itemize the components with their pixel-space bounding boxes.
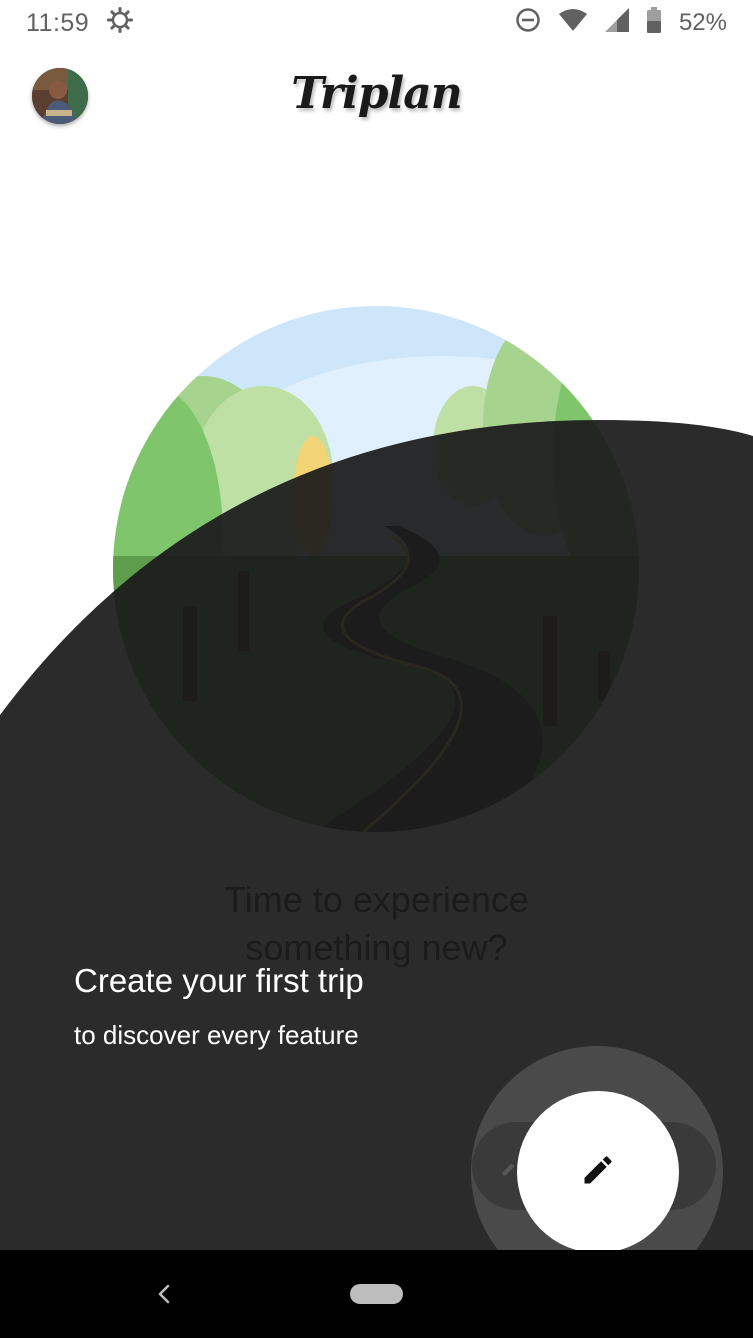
status-time: 11:59 [26, 8, 90, 37]
home-pill-icon[interactable] [350, 1284, 403, 1304]
app-title: Triplan [291, 68, 462, 119]
wifi-icon [558, 8, 587, 39]
pencil-icon [580, 1152, 616, 1193]
tutorial-title: Create your first trip [74, 962, 364, 999]
app-bar: Triplan [0, 60, 753, 140]
settings-gear-icon [107, 6, 134, 40]
status-right: 52% [515, 6, 727, 40]
battery-icon [646, 6, 661, 40]
create-trip-button[interactable] [517, 1091, 679, 1253]
empty-state-line-1: Time to experience [224, 879, 529, 920]
status-left: 11:59 [26, 6, 134, 40]
cell-signal-icon [604, 7, 629, 39]
empty-state-text: Time to experience something new? [0, 876, 753, 972]
forest-road-illustration [113, 306, 639, 832]
status-bar: 11:59 52% [0, 0, 753, 46]
navigation-bar [0, 1250, 753, 1338]
screen: 11:59 52% Triplan Time to experience som… [0, 0, 753, 1338]
tutorial-subtitle: to discover every feature [74, 1020, 359, 1050]
battery-percent: 52% [678, 9, 727, 36]
back-chevron-icon[interactable] [150, 1280, 178, 1308]
do-not-disturb-icon [515, 7, 541, 40]
